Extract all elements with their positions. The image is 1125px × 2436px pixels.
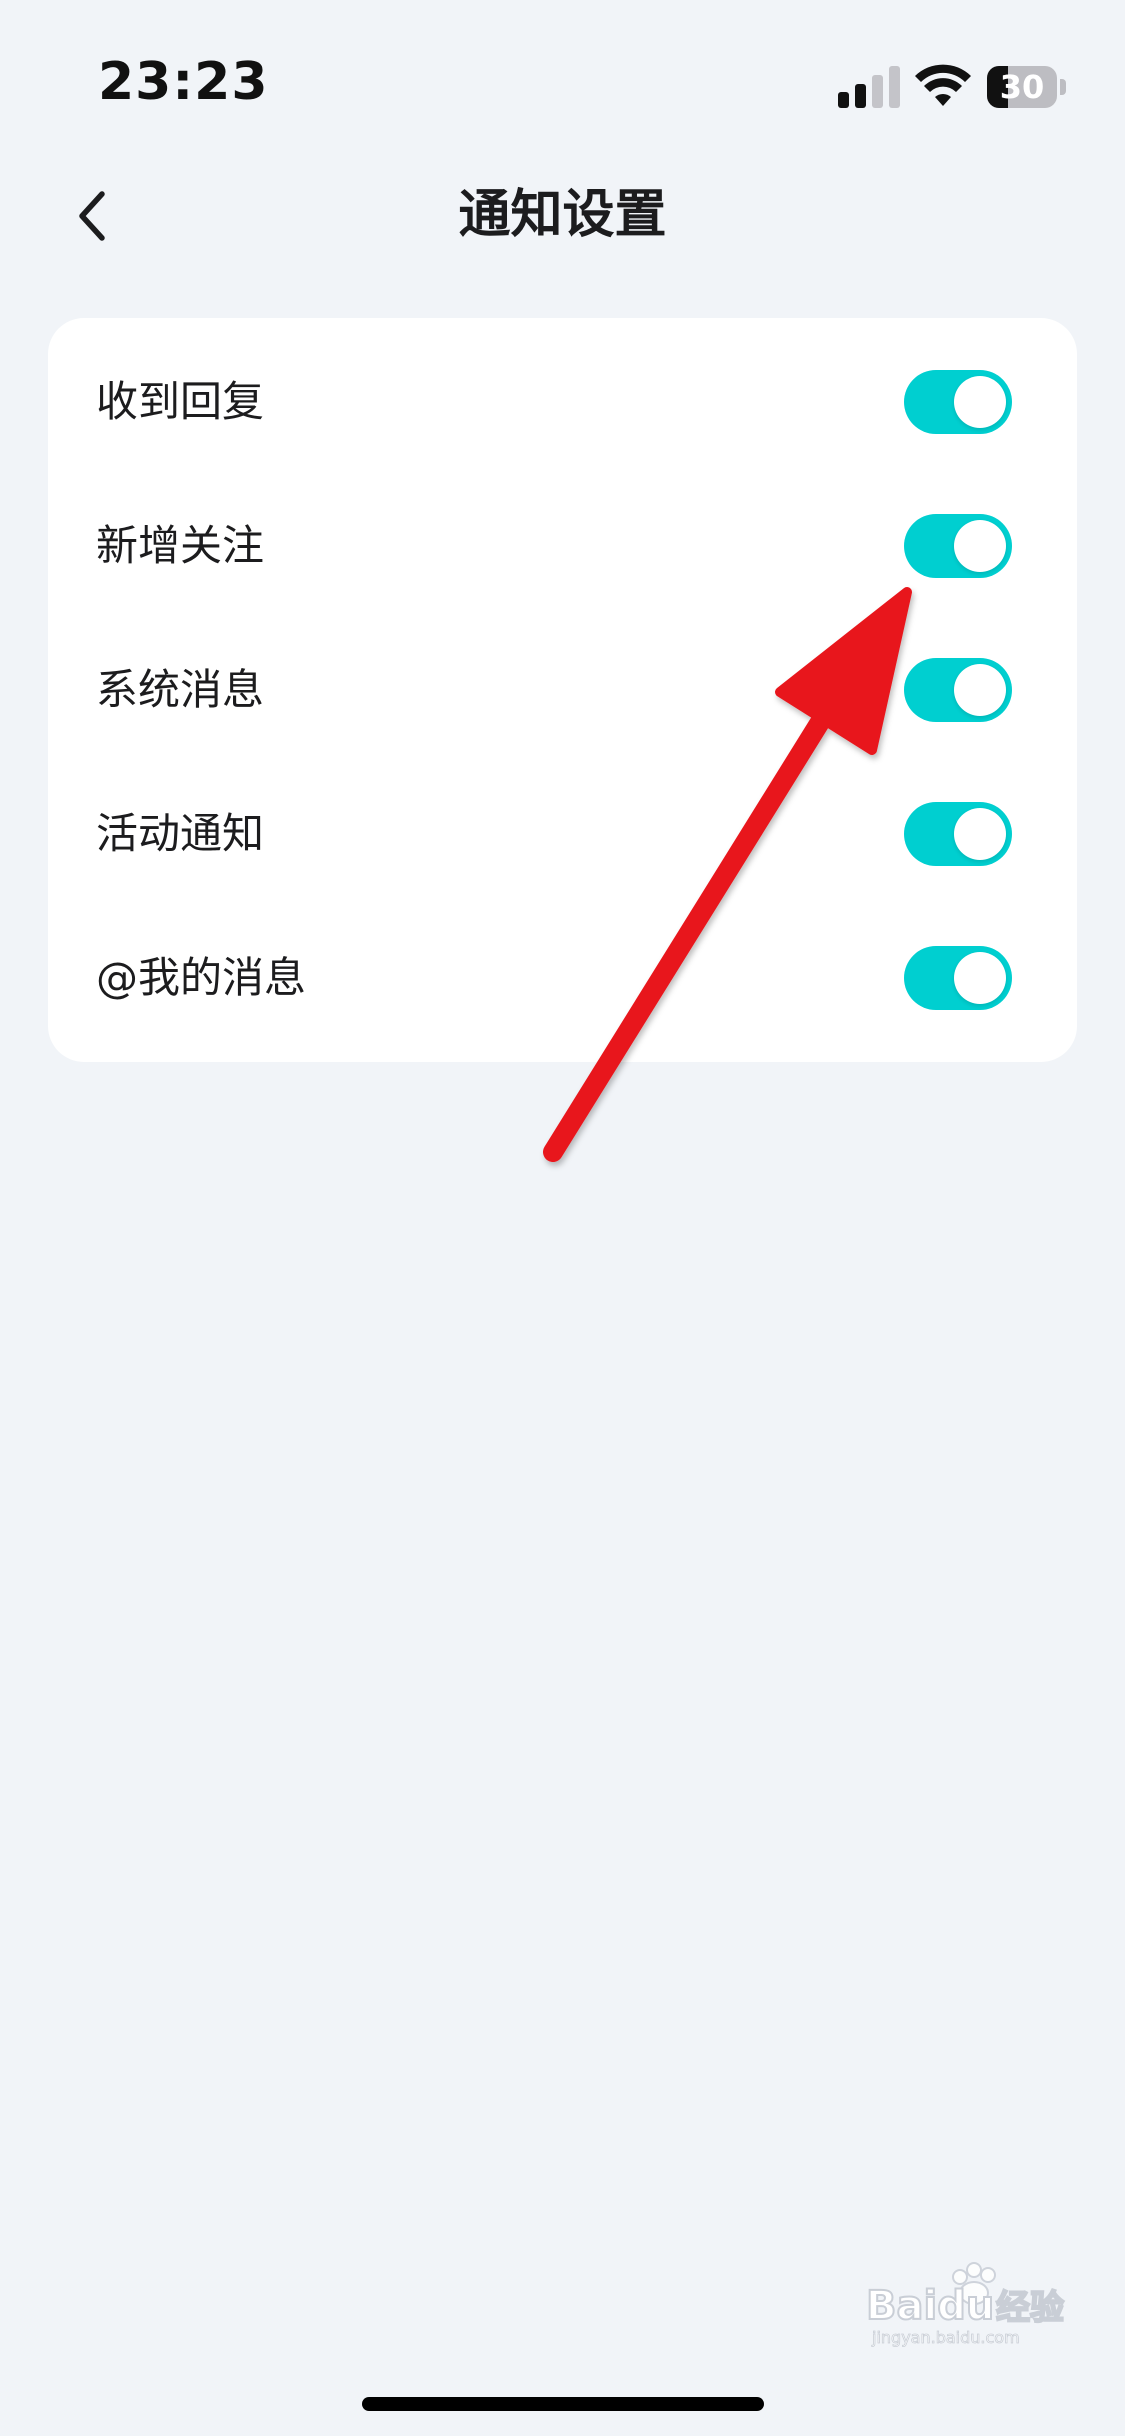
watermark-brand: Baidu [866, 2283, 994, 2329]
back-button[interactable] [62, 186, 122, 246]
chevron-left-icon [79, 191, 105, 241]
setting-row-reply: 收到回复 [48, 330, 1077, 474]
battery-cap [1060, 79, 1066, 95]
page-title: 通知设置 [458, 185, 667, 245]
battery-percent: 30 [999, 68, 1045, 106]
toggle-switch[interactable] [904, 658, 1012, 722]
setting-row-mentions: @我的消息 [48, 906, 1077, 1050]
home-indicator [362, 2397, 764, 2411]
battery-indicator: 30 [987, 66, 1067, 108]
paw-logo-icon: Baidu 经验 jingyan.baidu.com [865, 2262, 1065, 2347]
status-bar: 23:23 30 [0, 0, 1125, 180]
setting-label: 系统消息 [96, 665, 265, 714]
setting-label: 新增关注 [96, 521, 265, 570]
toggle-switch[interactable] [904, 370, 1012, 434]
toggle-switch[interactable] [904, 946, 1012, 1010]
notification-settings-card: 收到回复 新增关注 系统消息 活动通知 @我的消息 [48, 318, 1077, 1062]
setting-label: 收到回复 [96, 377, 265, 426]
watermark-url: jingyan.baidu.com [871, 2328, 1020, 2347]
setting-label: 活动通知 [96, 809, 265, 858]
setting-row-system-message: 系统消息 [48, 618, 1077, 762]
toggle-switch[interactable] [904, 514, 1012, 578]
setting-row-activity: 活动通知 [48, 762, 1077, 906]
status-time: 23:23 [98, 52, 269, 112]
navigation-bar: 通知设置 [0, 170, 1125, 260]
toggle-knob [954, 520, 1006, 572]
wifi-icon [915, 64, 971, 106]
toggle-knob [954, 952, 1006, 1004]
toggle-knob [954, 664, 1006, 716]
battery-body: 30 [987, 66, 1057, 108]
baidu-jingyan-watermark: Baidu 经验 jingyan.baidu.com [860, 2255, 1075, 2350]
toggle-switch[interactable] [904, 802, 1012, 866]
setting-label: @我的消息 [96, 953, 307, 1002]
setting-row-new-follower: 新增关注 [48, 474, 1077, 618]
toggle-knob [954, 376, 1006, 428]
cellular-signal-icon [838, 66, 900, 108]
toggle-knob [954, 808, 1006, 860]
watermark-cn: 经验 [996, 2288, 1064, 2328]
